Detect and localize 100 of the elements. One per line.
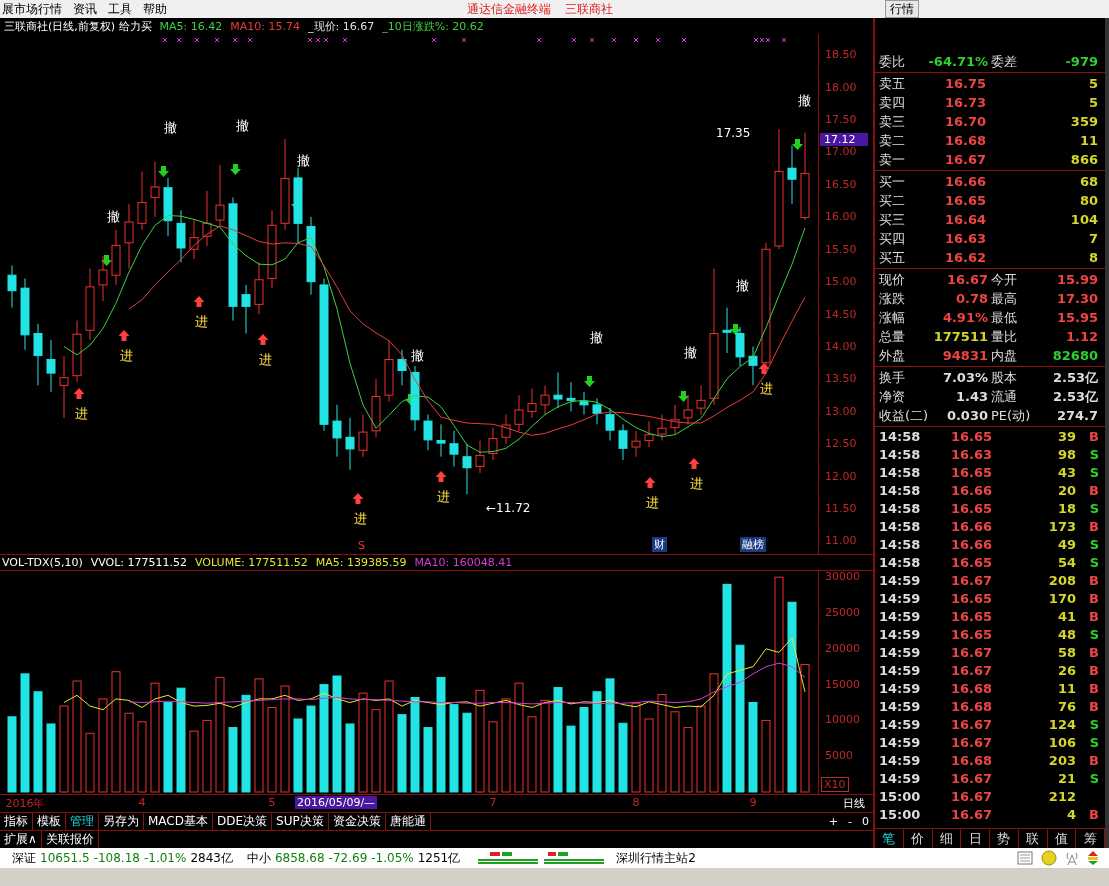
menu-item[interactable]: 资讯 [71, 0, 106, 18]
event-marker[interactable]: S [358, 539, 365, 553]
menu-item[interactable]: 工具 [106, 0, 141, 18]
menu-link[interactable]: 三联商社 [565, 1, 613, 18]
order-price: 16.64 [943, 211, 987, 229]
trade-price: 16.65 [949, 428, 993, 446]
date-label: 5 [268, 796, 276, 809]
period-label[interactable]: 日线 [843, 796, 865, 811]
candlestick [436, 424, 446, 458]
index-amount: 1251亿 [417, 849, 461, 867]
trade-time: 14:59 [879, 752, 922, 770]
price-tick: 13.00 [825, 404, 857, 418]
order-volume: 68 [1078, 173, 1099, 191]
field-label: 净资 [879, 388, 906, 406]
coin-icon[interactable] [1041, 850, 1057, 866]
field-label: 委比 [879, 53, 906, 71]
volume-tick: 15000 [825, 677, 860, 691]
field-value: 16.67 [945, 271, 989, 289]
trade-time: 14:59 [879, 626, 922, 644]
price-tick: 11.00 [825, 534, 857, 548]
trade-time: 14:59 [879, 644, 922, 662]
order-volume: 7 [1087, 230, 1099, 248]
menu-link[interactable]: 通达信金融终端 [467, 1, 551, 18]
signal-label: 进 [437, 489, 450, 505]
indicator-value: _10日涨跌%: 20.62 [382, 18, 484, 34]
candlestick [579, 391, 589, 416]
order-volume: 8 [1087, 249, 1099, 267]
event-marker[interactable]: 融榜 [740, 537, 766, 553]
price-tick: 18.50 [825, 48, 857, 62]
candlestick [449, 430, 459, 468]
candlestick [241, 284, 251, 335]
signal-label: 进 [690, 476, 703, 492]
order-label: 买五 [879, 249, 906, 267]
antenna-icon[interactable] [1065, 850, 1079, 866]
server-name: 深圳行情主站2 [616, 849, 696, 867]
signal-label: 撤 [736, 278, 749, 294]
trade-price: 16.65 [949, 464, 993, 482]
trade-price: 16.67 [949, 716, 993, 734]
candlestick [410, 365, 420, 432]
traffic-arrow-icon[interactable] [1087, 850, 1099, 866]
trade-time: 14:59 [879, 572, 922, 590]
candlestick [605, 408, 615, 442]
event-marker[interactable]: 财 [652, 537, 667, 553]
trade-volume: 203 [1047, 752, 1077, 770]
up-arrow-icon [644, 477, 656, 489]
trade-volume: 26 [1056, 662, 1077, 680]
candlestick [124, 203, 134, 270]
price-tick: 14.00 [825, 339, 857, 353]
order-price: 16.63 [943, 230, 987, 248]
trade-side: B [1088, 518, 1100, 536]
order-price: 16.75 [943, 75, 987, 93]
candlestick [462, 443, 472, 496]
trade-side: S [1088, 500, 1100, 518]
candlestick [72, 320, 82, 384]
field-value: 82680 [1051, 347, 1099, 365]
candlestick [657, 414, 667, 442]
up-arrow-icon [73, 388, 85, 400]
chart-title: 三联商社(日线,前复权) 给力买 [4, 18, 152, 34]
order-label: 卖五 [879, 75, 906, 93]
up-arrow-icon [758, 363, 770, 375]
trade-side: S [1088, 554, 1100, 572]
indicator-value: _现价: 16.67 [308, 18, 375, 34]
field-label: 内盘 [991, 347, 1018, 365]
field-value: 15.99 [1055, 271, 1099, 289]
order-price: 16.67 [943, 151, 987, 169]
order-price: 16.73 [943, 94, 987, 112]
field-label: PE(动) [991, 407, 1032, 425]
trade-time: 14:58 [879, 518, 922, 536]
trade-volume: 43 [1056, 464, 1077, 482]
trade-price: 16.68 [949, 752, 993, 770]
signal-label: 撤 [684, 345, 697, 361]
candlestick [358, 414, 368, 458]
up-arrow-icon [688, 458, 700, 470]
candlestick [371, 378, 381, 439]
list-icon[interactable] [1017, 851, 1033, 865]
quote-tab[interactable]: 行情 [885, 0, 919, 18]
trade-price: 16.67 [949, 770, 993, 788]
field-value: 2.53亿 [1051, 369, 1099, 387]
candlestick [189, 220, 199, 260]
trade-volume: 170 [1047, 590, 1077, 608]
order-volume: 5 [1087, 94, 1099, 112]
field-label: 流通 [991, 388, 1018, 406]
trade-price: 16.68 [949, 680, 993, 698]
down-arrow-icon [158, 166, 169, 178]
order-price: 16.66 [943, 173, 987, 191]
candlestick [332, 404, 342, 458]
candlestick [540, 385, 550, 416]
signal-label: 撤 [297, 153, 310, 169]
menu-item[interactable]: 展市场行情 [0, 0, 71, 18]
trade-side: B [1088, 572, 1100, 590]
field-label: 涨跌 [879, 290, 906, 308]
order-price: 16.62 [943, 249, 987, 267]
field-label: 换手 [879, 369, 906, 387]
volume-tick: 25000 [825, 606, 860, 619]
candlestick [722, 307, 732, 354]
down-arrow-icon [101, 255, 112, 267]
menu-item[interactable]: 帮助 [141, 0, 176, 18]
order-volume: 11 [1078, 132, 1099, 150]
order-label: 买三 [879, 211, 906, 229]
field-value: 15.95 [1055, 309, 1099, 327]
